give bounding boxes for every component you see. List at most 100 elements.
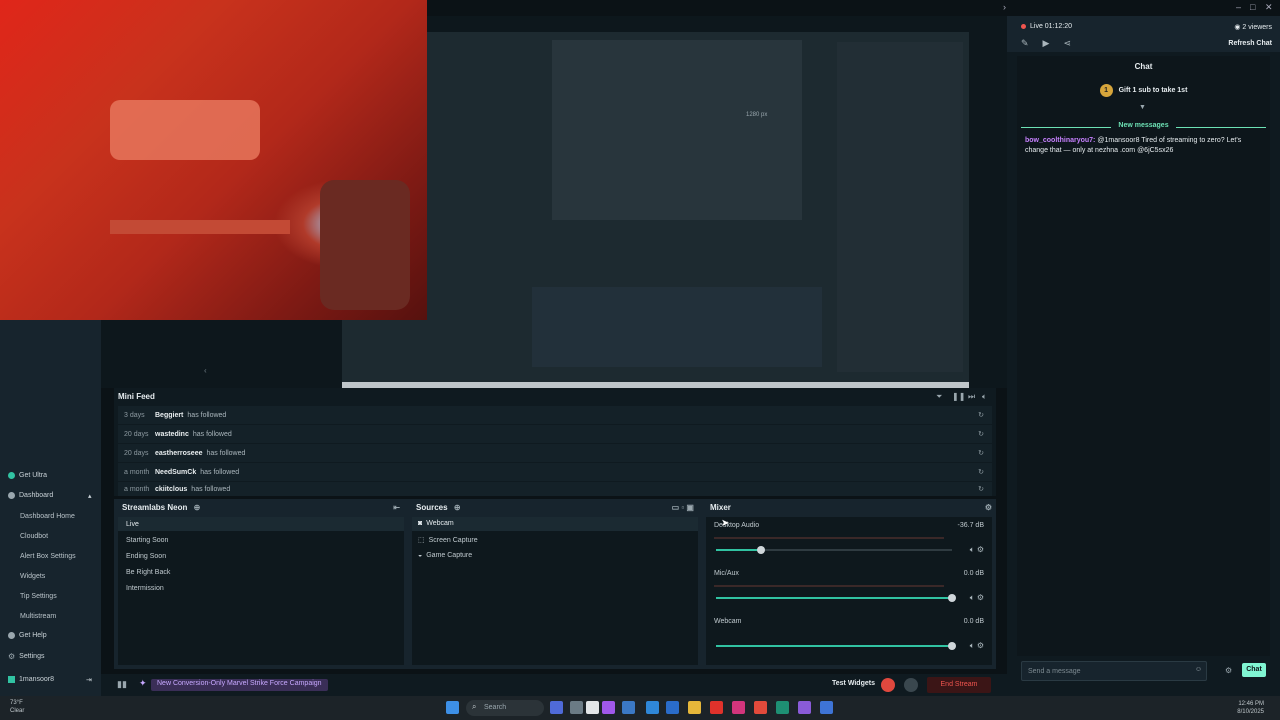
logout-icon[interactable]: ⇥: [86, 676, 92, 684]
scene-collection-title[interactable]: Streamlabs Neon: [122, 503, 187, 512]
sidebar-item-user[interactable]: 1mansoor8 ⇥: [8, 676, 92, 684]
source-selected-bg: [412, 517, 698, 531]
scene-item-be-right-back[interactable]: Be Right Back: [126, 569, 170, 576]
volume-knob[interactable]: [948, 642, 956, 650]
chevron-down-icon[interactable]: ▼: [1139, 104, 1146, 111]
pencil-icon[interactable]: ✎: [1021, 38, 1029, 49]
sidebar-item-get-help[interactable]: Get Help: [8, 632, 47, 639]
gear-icon[interactable]: ⚙: [1225, 666, 1232, 675]
chat-message-user[interactable]: bow_coolthinaryou7:: [1025, 137, 1095, 144]
app-icon-3[interactable]: [586, 701, 599, 714]
sidebar-item-get-ultra[interactable]: Get Ultra: [8, 472, 47, 479]
volume-slider[interactable]: [716, 546, 952, 554]
add-icon[interactable]: ⊕: [194, 503, 201, 512]
source-item-webcam[interactable]: ◙ Webcam: [418, 520, 454, 527]
chevron-left-icon[interactable]: ‹: [204, 366, 207, 375]
youtube-icon[interactable]: [710, 701, 723, 714]
taskbar-clock[interactable]: 12:46 PM 8/10/2025: [1237, 700, 1264, 716]
campaign-banner[interactable]: New Conversion-Only Marvel Strike Force …: [151, 679, 328, 691]
refresh-chat-button[interactable]: Refresh Chat: [1228, 40, 1272, 47]
channel-controls[interactable]: 🔈︎ ⚙: [970, 641, 984, 651]
replay-icon[interactable]: ↻: [978, 430, 984, 438]
chat-input[interactable]: Send a message ☺: [1021, 661, 1207, 681]
app-icon-2[interactable]: [570, 701, 583, 714]
scene-item-ending-soon[interactable]: Ending Soon: [126, 553, 166, 560]
scene-item-intermission[interactable]: Intermission: [126, 585, 164, 592]
scene-item-starting-soon[interactable]: Starting Soon: [126, 537, 168, 544]
mixer-title: Mixer: [710, 503, 731, 512]
os-taskbar: 73°F Clear Search ⌕ 12:46 PM 8/10/2025: [0, 696, 1280, 720]
replay-icon[interactable]: ↻: [978, 449, 984, 457]
source-label: Webcam: [426, 520, 454, 527]
replay-icon[interactable]: ↻: [978, 468, 984, 476]
app-icon-5[interactable]: [622, 701, 635, 714]
source-label: Game Capture: [426, 552, 473, 559]
sidebar-item-cloudbot[interactable]: Cloudbot: [20, 533, 48, 540]
source-item-game-capture[interactable]: ◒ Game Capture: [418, 552, 472, 559]
replay-icon[interactable]: ↻: [978, 485, 984, 493]
sidebar-item-multistream[interactable]: Multistream: [20, 613, 56, 620]
source-item-screen-capture[interactable]: ⬚ Screen Capture: [418, 536, 478, 545]
stream-preview[interactable]: 1280 px: [342, 32, 969, 396]
gear-icon[interactable]: ⚙: [985, 503, 992, 512]
gear-icon: ⚙: [8, 652, 16, 661]
sidebar-item-tip-settings[interactable]: Tip Settings: [20, 593, 57, 600]
preview-resolution: 1280 px: [746, 112, 768, 118]
search-input[interactable]: Search: [466, 700, 544, 716]
app-icon-14[interactable]: [820, 701, 833, 714]
app-window: › – □ ✕ Get Ultra Dashboard ▴ Dashboard …: [0, 0, 1280, 720]
folder-icon[interactable]: ▭ ▫ ▣: [672, 503, 694, 512]
replay-buffer-icon[interactable]: [904, 678, 918, 692]
scene-item-live[interactable]: Live: [126, 521, 139, 528]
maximize-icon[interactable]: □: [1250, 2, 1255, 12]
sidebar-item-widgets[interactable]: Widgets: [20, 573, 45, 580]
sidebar-item-alert-box-settings[interactable]: Alert Box Settings: [20, 553, 76, 560]
folder-icon[interactable]: [688, 701, 701, 714]
volume-knob[interactable]: [948, 594, 956, 602]
channel-controls[interactable]: 🔈︎ ⚙: [970, 545, 984, 555]
clock-time: 12:46 PM: [1238, 701, 1264, 707]
start-icon[interactable]: [446, 701, 459, 714]
end-stream-button[interactable]: End Stream: [927, 677, 991, 693]
emote-icon[interactable]: ☺: [1195, 666, 1202, 673]
skip-icon[interactable]: ⏭: [968, 392, 975, 402]
sidebar-item-settings[interactable]: ⚙ Settings: [8, 652, 44, 661]
channel-controls[interactable]: 🔈︎ ⚙: [970, 593, 984, 603]
volume-icon[interactable]: 🔈︎: [982, 392, 987, 402]
chrome-icon[interactable]: [754, 701, 767, 714]
weather-widget[interactable]: 73°F Clear: [10, 699, 24, 715]
chevron-right-icon[interactable]: ›: [1003, 2, 1006, 12]
chat-send-button[interactable]: Chat: [1242, 663, 1266, 677]
filter-icon[interactable]: ⏷: [936, 392, 942, 402]
test-widgets-button[interactable]: Test Widgets: [832, 680, 875, 687]
close-icon[interactable]: ✕: [1265, 2, 1273, 13]
streamlabs-icon[interactable]: [776, 701, 789, 714]
add-icon[interactable]: ⊕: [454, 503, 461, 512]
app-icon-13[interactable]: [798, 701, 811, 714]
volume-slider[interactable]: [716, 594, 956, 602]
search-icon: ⌕: [472, 702, 477, 711]
collapse-icon[interactable]: ⇤: [393, 503, 400, 512]
record-icon[interactable]: [881, 678, 895, 692]
pause-icon[interactable]: ❚❚: [952, 392, 965, 401]
app-icon-1[interactable]: [550, 701, 563, 714]
instagram-icon[interactable]: [732, 701, 745, 714]
preview-nested-panels: [532, 287, 822, 367]
edge-icon[interactable]: [646, 701, 659, 714]
chevron-up-icon[interactable]: ▴: [88, 492, 92, 500]
gift-sub-banner[interactable]: 1 Gift 1 sub to take 1st: [1017, 84, 1270, 97]
new-messages-divider: New messages: [1021, 122, 1266, 132]
volume-slider[interactable]: [716, 642, 956, 650]
stats-icon[interactable]: ▮▮: [117, 679, 127, 690]
replay-icon[interactable]: ↻: [978, 411, 984, 419]
scenes-panel: Streamlabs Neon ⊕ ⇤ Live Starting Soon E…: [114, 499, 408, 669]
sidebar-item-dashboard[interactable]: Dashboard ▴: [8, 492, 92, 500]
video-icon[interactable]: ▶: [1043, 38, 1050, 49]
volume-knob[interactable]: [756, 546, 765, 554]
sidebar-item-dashboard-home[interactable]: Dashboard Home: [20, 513, 75, 520]
app-icon-7[interactable]: [666, 701, 679, 714]
gamepad-icon: ◒: [418, 552, 423, 559]
minimize-icon[interactable]: –: [1236, 2, 1241, 12]
app-icon-4[interactable]: [602, 701, 615, 714]
share-icon[interactable]: ⋖: [1063, 38, 1071, 49]
